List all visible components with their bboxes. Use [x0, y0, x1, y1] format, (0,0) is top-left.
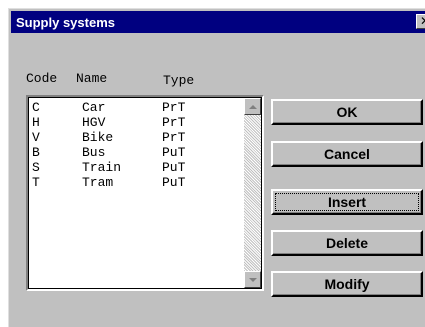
modify-button[interactable]: Modify	[271, 271, 423, 297]
arrow-down-icon	[248, 277, 257, 282]
ok-button[interactable]: OK	[271, 99, 423, 125]
supply-systems-dialog: Supply systems ✕ Code Name Type C Car Pr…	[8, 8, 425, 327]
column-header-code: Code	[26, 71, 58, 86]
insert-button[interactable]: Insert	[271, 189, 423, 215]
supply-systems-list[interactable]: C Car PrT H HGV PrT V Bike PrT B Bus PuT…	[26, 95, 264, 291]
scroll-up-button[interactable]	[244, 98, 261, 115]
vertical-scrollbar[interactable]	[244, 98, 261, 288]
window-title: Supply systems	[16, 14, 115, 30]
arrow-up-icon	[248, 104, 257, 109]
title-bar[interactable]: Supply systems ✕	[11, 11, 425, 33]
column-header-type: Type	[163, 73, 195, 88]
scroll-down-button[interactable]	[244, 271, 261, 288]
cancel-button[interactable]: Cancel	[271, 141, 423, 167]
close-button[interactable]: ✕	[416, 14, 425, 29]
column-header-name: Name	[76, 71, 108, 86]
delete-button[interactable]: Delete	[271, 230, 423, 256]
close-icon: ✕	[420, 14, 425, 28]
